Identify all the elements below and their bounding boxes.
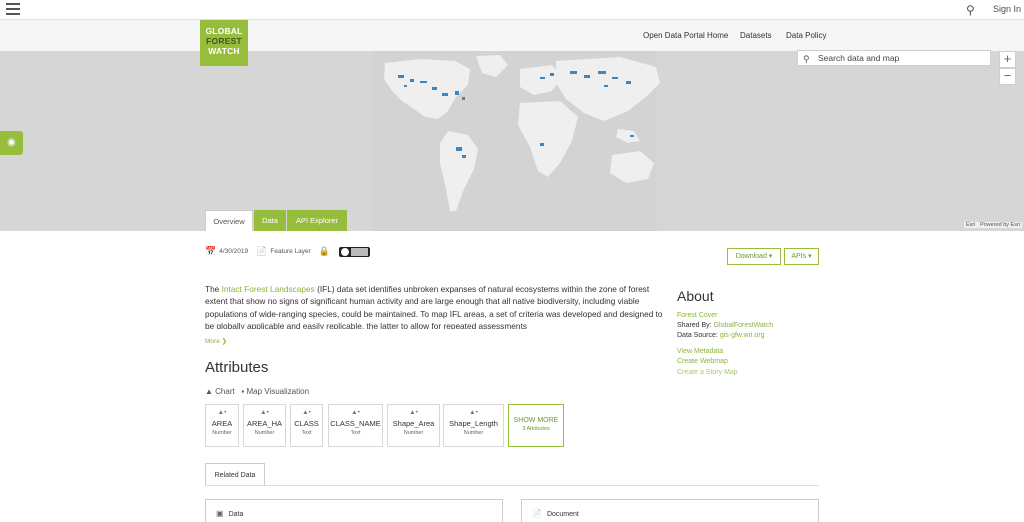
description-prefix: The — [205, 284, 222, 294]
world-map — [372, 51, 660, 231]
attribute-card-area-ha[interactable]: ▲• AREA_HA Number — [243, 404, 286, 447]
attribute-type: Number — [403, 430, 424, 436]
attribute-card-shape-length[interactable]: ▲• Shape_Length Number — [443, 404, 504, 447]
item-type: Feature Layer — [270, 248, 311, 255]
document-icon: 📄 — [256, 246, 268, 256]
about-title: About — [677, 288, 714, 304]
map-attribution: Esri Powered by Esri — [963, 222, 1022, 228]
zoom-out-button[interactable]: − — [999, 68, 1016, 85]
attribute-card-shape-area[interactable]: ▲• Shape_Area Number — [387, 404, 440, 447]
dataset-description: The Intact Forest Landscapes (IFL) data … — [205, 283, 665, 329]
attribute-type-icon: ▲• — [409, 409, 418, 416]
zoom-in-button[interactable]: + — [999, 51, 1016, 68]
related-divider — [205, 485, 819, 486]
attribute-type: Text — [301, 430, 312, 436]
show-more-label: SHOW MORE — [513, 417, 559, 424]
show-more-count: 3 Attributes — [522, 426, 550, 432]
sign-in-link[interactable]: Sign In — [993, 4, 1021, 14]
nav-open-data-portal-home[interactable]: Open Data Portal Home — [643, 31, 728, 40]
tab-overview[interactable]: Overview — [205, 210, 253, 231]
chart-icon: ▲ — [205, 387, 213, 396]
top-bar: ⚲ Sign In — [0, 0, 1024, 20]
create-webmap-link[interactable]: Create Webmap — [677, 358, 728, 365]
map-viewer[interactable] — [0, 51, 1024, 231]
lock-icon: 🔒 — [318, 246, 331, 256]
gfw-logo[interactable]: GLOBAL FOREST WATCH — [200, 20, 248, 66]
document-icon: 📄 — [532, 509, 542, 518]
download-button[interactable]: Download ▾ — [727, 248, 781, 265]
item-meta: 📅 4/30/2019 📄 Feature Layer 🔒 — [205, 246, 371, 257]
attribute-name: Shape_Area — [392, 419, 435, 428]
related-document-card[interactable]: 📄 Document — [521, 499, 819, 522]
attribute-type: Text — [350, 430, 361, 436]
calendar-icon: 📅 — [205, 246, 217, 256]
hamburger-menu-icon[interactable] — [6, 3, 20, 15]
mode-chart[interactable]: Chart — [215, 387, 235, 396]
attribute-name: AREA — [211, 419, 233, 428]
show-more-attributes-button[interactable]: SHOW MORE 3 Attributes — [508, 404, 564, 447]
attribute-card-area[interactable]: ▲• AREA Number — [205, 404, 239, 447]
attribution-esri[interactable]: Esri — [966, 222, 975, 228]
item-date: 4/30/2019 — [219, 248, 249, 255]
map-layers-toggle-icon[interactable]: ◉ — [0, 131, 23, 155]
attribute-card-class[interactable]: ▲• CLASS Text — [290, 404, 323, 447]
attribute-type: Number — [212, 430, 232, 436]
view-metadata-link[interactable]: View Metadata — [677, 348, 723, 355]
attribute-name: Shape_Length — [449, 419, 498, 428]
attribute-name: CLASS_NAME — [330, 419, 381, 428]
database-icon: ▣ — [216, 509, 224, 518]
shared-by-label: Shared By: — [677, 322, 714, 329]
related-document-label: Document — [546, 511, 579, 518]
attribute-type: Number — [463, 430, 484, 436]
data-source: Data Source: gis-gfw.wri.org — [677, 332, 765, 339]
attribute-type-icon: ▲• — [260, 409, 269, 416]
logo-line-3: WATCH — [208, 46, 240, 56]
more-toggle[interactable]: More ❯ — [205, 337, 227, 345]
creative-commons-license-icon[interactable] — [339, 246, 371, 257]
nav-datasets[interactable]: Datasets — [740, 31, 772, 40]
related-data-label: Data — [228, 511, 244, 518]
nav-data-policy[interactable]: Data Policy — [786, 31, 826, 40]
data-source-link[interactable]: gis-gfw.wri.org — [720, 332, 765, 339]
search-icon[interactable]: ⚲ — [966, 3, 975, 17]
map-search-placeholder: Search data and map — [818, 53, 900, 63]
tab-data[interactable]: Data — [254, 210, 286, 231]
attribute-view-modes: ▲ Chart ▪ Map Visualization — [205, 387, 309, 396]
map-visualization-icon: ▪ — [241, 387, 245, 396]
logo-line-2: FOREST — [206, 36, 242, 46]
page-root: ⚲ Sign In GLOBAL FOREST WATCH Open Data … — [0, 0, 1024, 522]
attribute-name: CLASS — [294, 419, 319, 428]
site-header — [0, 20, 1024, 51]
intact-forest-landscapes-link[interactable]: Intact Forest Landscapes — [222, 284, 315, 294]
shared-by-link[interactable]: GlobalForestWatch — [714, 322, 774, 329]
logo-line-1: GLOBAL — [205, 26, 243, 36]
attribution-powered-by[interactable]: Powered by Esri — [980, 222, 1020, 228]
attribute-type-icon: ▲• — [351, 409, 360, 416]
map-search-icon: ⚲ — [803, 54, 810, 64]
create-story-map-link[interactable]: Create a Story Map — [677, 369, 738, 376]
related-data-card[interactable]: ▣ Data — [205, 499, 503, 522]
mode-map-visualization[interactable]: Map Visualization — [246, 387, 309, 396]
apis-button[interactable]: APIs ▾ — [784, 248, 819, 265]
attribute-type: Number — [254, 430, 275, 436]
attributes-title: Attributes — [205, 359, 269, 376]
attribute-type-icon: ▲• — [469, 409, 478, 416]
data-source-label: Data Source: — [677, 332, 720, 339]
category-link[interactable]: Forest Cover — [677, 312, 717, 319]
attribute-type-icon: ▲• — [302, 409, 311, 416]
attribute-type-icon: ▲• — [217, 409, 227, 416]
map-search-input[interactable]: ⚲ Search data and map — [797, 50, 991, 66]
attribute-name: AREA_HA — [246, 419, 282, 428]
tab-api-explorer[interactable]: API Explorer — [287, 210, 347, 231]
tab-related-data[interactable]: Related Data — [205, 463, 265, 486]
attribute-card-class-name[interactable]: ▲• CLASS_NAME Text — [328, 404, 383, 447]
shared-by: Shared By: GlobalForestWatch — [677, 322, 773, 329]
